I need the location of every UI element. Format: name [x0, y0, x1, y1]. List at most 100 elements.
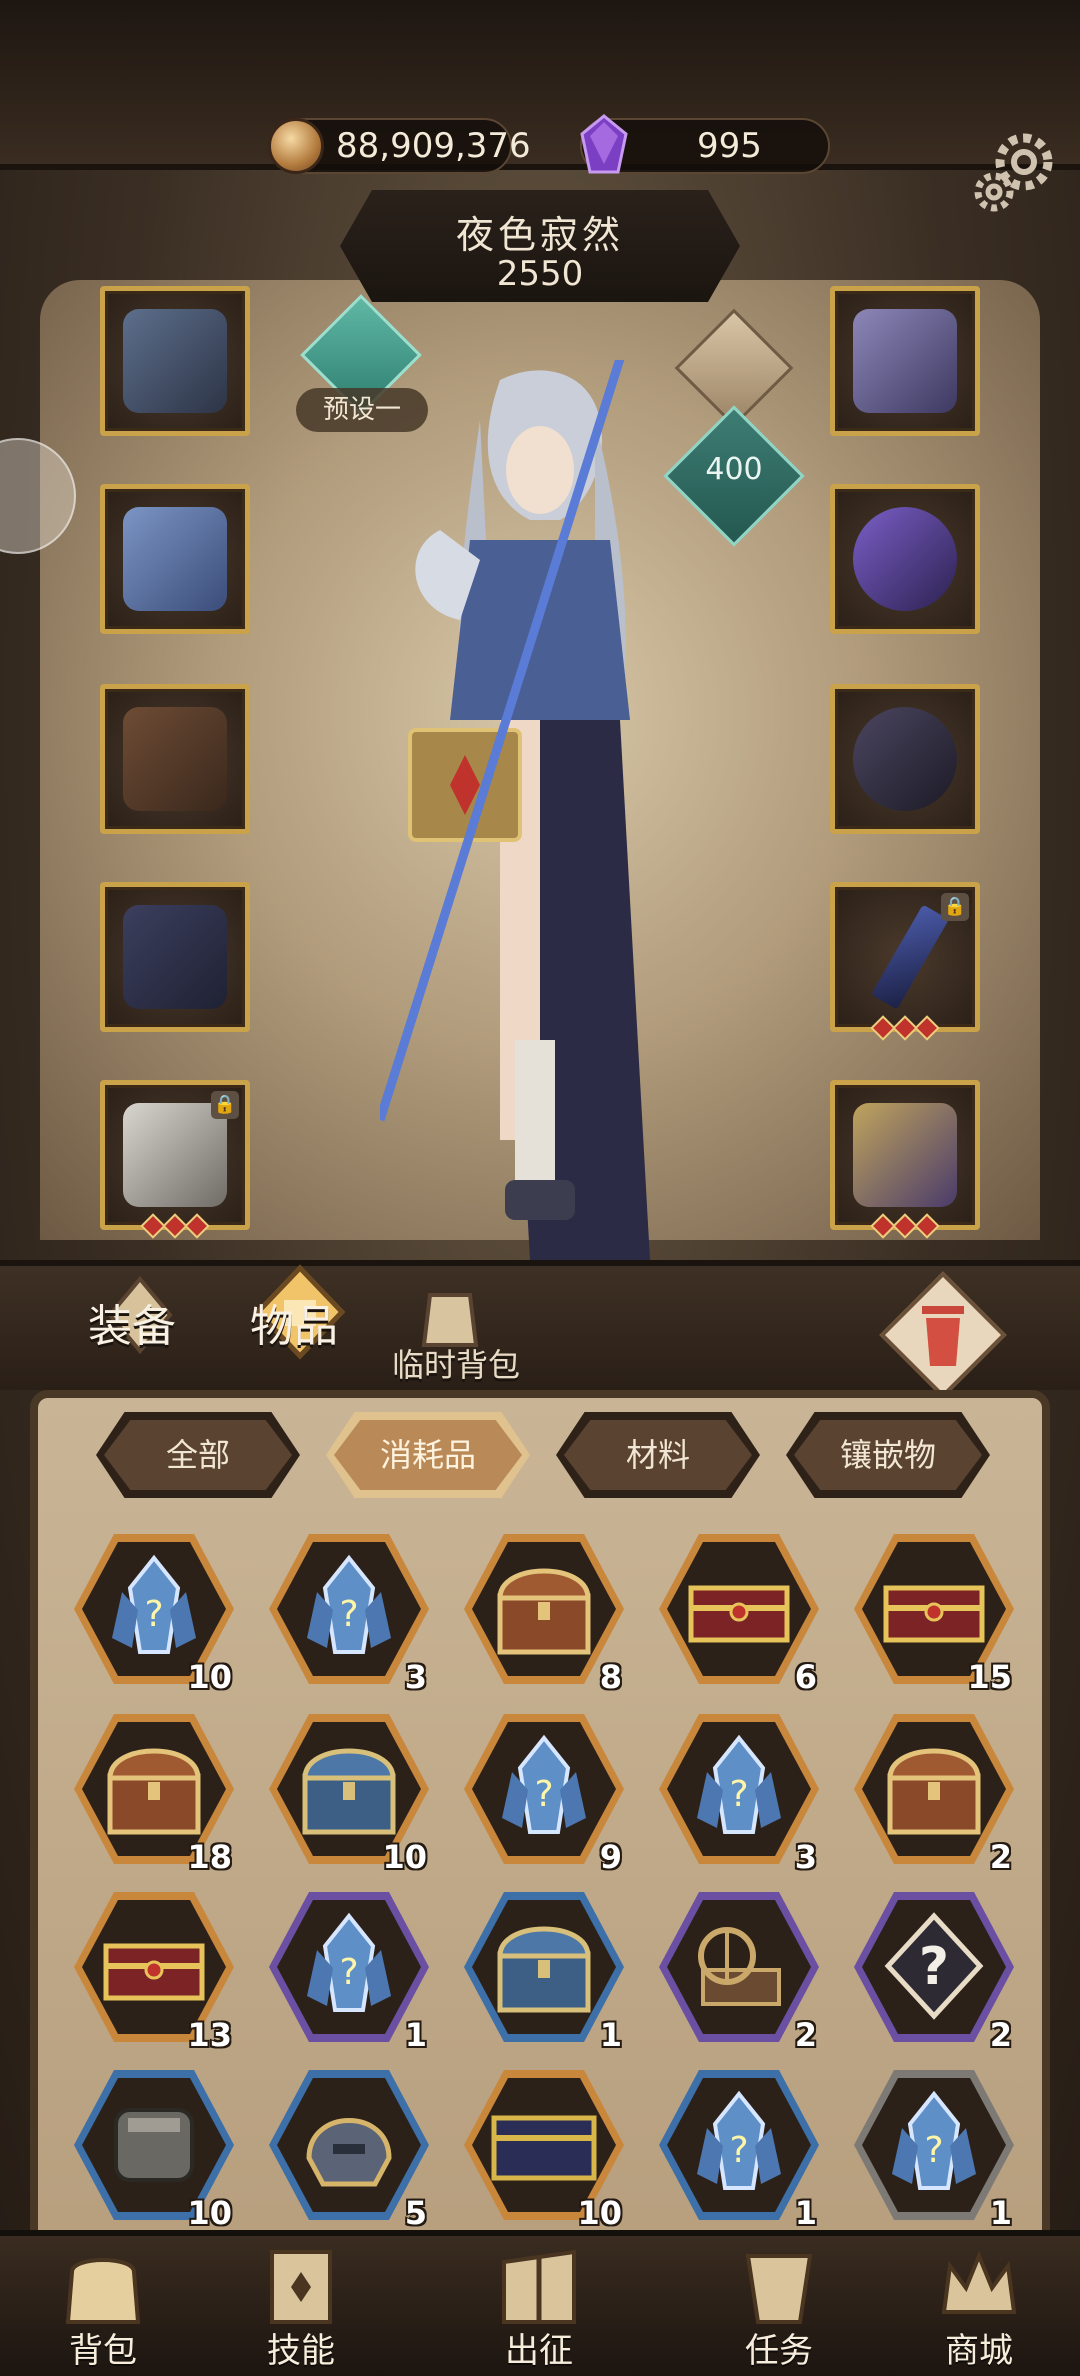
svg-text:?: ?	[729, 1774, 748, 1815]
svg-text:?: ?	[729, 2130, 748, 2171]
necklace-icon	[853, 309, 957, 413]
crystal-icon: ?	[112, 1554, 196, 1654]
nav-skills-label: 技能	[267, 2331, 335, 2371]
item-count: 1	[794, 2194, 817, 2232]
inventory-item[interactable]: 5	[265, 2066, 433, 2232]
expedition-map-icon	[502, 2249, 576, 2324]
inventory-item[interactable]: 6	[655, 1530, 823, 1696]
slot-gloves[interactable]	[100, 684, 250, 834]
hero-power: 2550	[496, 254, 584, 294]
filter-inlays[interactable]: 镶嵌物	[794, 1420, 982, 1490]
item-count: 2	[794, 2016, 817, 2054]
item-count: 18	[187, 1838, 232, 1876]
purple-gem-icon	[580, 114, 628, 174]
item-count: 10	[382, 1838, 427, 1876]
inventory-item[interactable]: 8	[460, 1530, 628, 1696]
inventory-item[interactable]: ? 9	[460, 1710, 628, 1876]
gold-amount: 88,909,376	[336, 126, 531, 166]
item-count: 10	[577, 2194, 622, 2232]
tab-items[interactable]: 物品	[250, 1290, 338, 1354]
hero-character[interactable]	[380, 360, 700, 1320]
item-count: 1	[599, 2016, 622, 2054]
slot-offhand[interactable]	[830, 1080, 980, 1239]
chest-gold-icon	[497, 1568, 591, 1655]
svg-text:?: ?	[144, 1594, 163, 1635]
item-count: 2	[989, 2016, 1012, 2054]
gem-amount: 995	[697, 126, 762, 166]
inventory-item[interactable]: 10	[460, 2066, 628, 2232]
item-count: 6	[794, 1658, 817, 1696]
chest-gold-icon	[107, 1748, 201, 1835]
claw-ring-icon	[853, 707, 957, 811]
inventory-item[interactable]: 18	[70, 1710, 238, 1876]
trash-icon	[922, 1306, 964, 1366]
coin-icon	[268, 118, 324, 174]
chest-blue-icon	[497, 1926, 591, 2013]
lock-icon: 🔒	[941, 893, 969, 921]
inventory-item[interactable]: ? 2	[850, 1888, 1018, 2054]
item-count: 10	[187, 1658, 232, 1696]
item-count: 2	[989, 1838, 1012, 1876]
quest-scroll-icon	[745, 2254, 813, 2324]
tab-temp-bag[interactable]: 临时背包	[392, 1340, 520, 1386]
nav-quests[interactable]: 任务	[704, 2232, 854, 2376]
inventory-item[interactable]: ? 1	[655, 2066, 823, 2232]
crystal-icon: ?	[697, 1734, 781, 1834]
chest-red-icon	[688, 1585, 790, 1643]
slot-helmet[interactable]	[100, 286, 250, 436]
inventory-item[interactable]: 2	[850, 1710, 1018, 1876]
nav-bag[interactable]: 背包	[28, 2232, 178, 2376]
item-count: 8	[599, 1658, 622, 1696]
inventory-item[interactable]: ? 1	[850, 2066, 1018, 2232]
filter-consumables[interactable]: 消耗品	[334, 1420, 522, 1490]
chest-dark-icon	[491, 2115, 597, 2181]
chest-red-icon	[103, 1943, 205, 2001]
filter-all[interactable]: 全部	[104, 1420, 292, 1490]
gem-counter[interactable]: 995	[580, 114, 830, 174]
inventory-item[interactable]: 10	[70, 2066, 238, 2232]
svg-text:?: ?	[924, 2130, 943, 2171]
item-count: 13	[187, 2016, 232, 2054]
inventory-item[interactable]: 1	[460, 1888, 628, 2054]
shop-crown-icon	[941, 2250, 1017, 2314]
crystal-icon: ?	[307, 1554, 391, 1654]
crystal-icon: ?	[697, 2090, 781, 2190]
scroll-icon	[114, 2108, 194, 2182]
staff-icon	[871, 904, 949, 1010]
spellbook-icon	[853, 1103, 957, 1207]
inventory-item[interactable]: ? 1	[265, 1888, 433, 2054]
armor-icon	[123, 507, 227, 611]
item-count: 1	[989, 2194, 1012, 2232]
item-count: 5	[404, 2194, 427, 2232]
crystal-icon: ?	[892, 2090, 976, 2190]
inventory-item[interactable]: 15	[850, 1530, 1018, 1696]
slot-armor[interactable]	[100, 484, 250, 634]
slot-ring-2[interactable]	[830, 684, 980, 834]
mystery-icon: ?	[884, 1912, 984, 2020]
filter-materials[interactable]: 材料	[564, 1420, 752, 1490]
slot-necklace[interactable]	[830, 286, 980, 436]
slot-ring-1[interactable]	[830, 484, 980, 634]
nav-shop[interactable]: 商城	[904, 2232, 1054, 2376]
gold-counter[interactable]: 88,909,376	[268, 118, 531, 174]
item-count: 1	[404, 2016, 427, 2054]
slot-pants[interactable]	[100, 882, 250, 1032]
inventory-item[interactable]: 13	[70, 1888, 238, 2054]
inventory-item[interactable]: ? 3	[655, 1710, 823, 1876]
helm-icon	[306, 2118, 392, 2187]
nav-skills[interactable]: 技能	[226, 2232, 376, 2376]
nav-bag-label: 背包	[69, 2331, 137, 2371]
lock-icon: 🔒	[211, 1091, 239, 1119]
gem-sockets	[835, 1213, 975, 1239]
inventory-item[interactable]: 2	[655, 1888, 823, 2054]
slot-boots[interactable]: 🔒	[100, 1080, 250, 1239]
tab-equipment[interactable]: 装备	[88, 1290, 176, 1354]
inventory-item[interactable]: ? 10	[70, 1530, 238, 1696]
nav-expedition[interactable]: 出征	[464, 2232, 614, 2376]
slot-weapon[interactable]: 🔒	[830, 882, 980, 1041]
inventory-item[interactable]: 10	[265, 1710, 433, 1876]
settings-gear-icon[interactable]	[968, 128, 1060, 220]
helmet-icon	[123, 309, 227, 413]
inventory-item[interactable]: ? 3	[265, 1530, 433, 1696]
svg-text:?: ?	[339, 1594, 358, 1635]
